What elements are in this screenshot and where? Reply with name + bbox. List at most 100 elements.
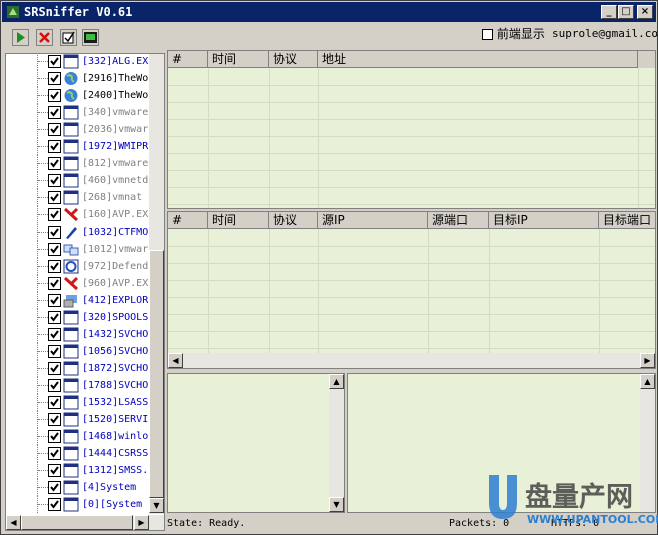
process-checkbox[interactable] bbox=[48, 157, 61, 171]
minimize-button[interactable]: _ bbox=[601, 5, 617, 19]
process-checkbox[interactable] bbox=[48, 259, 61, 273]
col-dest-port[interactable]: 目标端口 bbox=[599, 212, 655, 229]
col-address[interactable]: 地址 bbox=[318, 51, 638, 68]
process-checkbox[interactable] bbox=[48, 191, 61, 205]
process-item[interactable]: [1872]SVCHO bbox=[6, 359, 152, 377]
request-vertical-scrollbar[interactable]: ▲ ▼ bbox=[329, 374, 344, 512]
process-checkbox[interactable] bbox=[48, 310, 61, 324]
clear-button[interactable] bbox=[60, 29, 77, 46]
tree-hscroll-thumb[interactable] bbox=[21, 515, 133, 530]
process-item[interactable]: [972]Defend bbox=[6, 257, 152, 275]
process-checkbox[interactable] bbox=[48, 481, 61, 495]
packet-horizontal-scrollbar[interactable]: ◀ ▶ bbox=[168, 353, 655, 368]
process-item[interactable]: [460]vmnetd bbox=[6, 172, 152, 190]
process-item[interactable]: [2036]vmwar bbox=[6, 121, 152, 139]
process-item[interactable]: [0][System bbox=[6, 496, 152, 514]
watermark-u-logo-icon bbox=[489, 475, 517, 519]
process-item[interactable]: [1788]SVCHO bbox=[6, 376, 152, 394]
process-item[interactable]: [412]EXPLOR bbox=[6, 291, 152, 309]
foreground-toggle[interactable]: 前端显示 bbox=[482, 26, 545, 42]
col-protocol[interactable]: 协议 bbox=[269, 51, 318, 68]
process-item[interactable]: [4]System bbox=[6, 479, 152, 497]
col-protocol[interactable]: 协议 bbox=[269, 212, 318, 229]
process-checkbox[interactable] bbox=[48, 89, 61, 103]
connection-table[interactable]: # 时间 协议 地址 bbox=[167, 50, 656, 209]
process-checkbox[interactable] bbox=[48, 208, 61, 222]
process-item[interactable]: [332]ALG.EX bbox=[6, 54, 152, 70]
stop-capture-button[interactable] bbox=[36, 29, 53, 46]
process-item[interactable]: [1056]SVCHO bbox=[6, 342, 152, 360]
col-time[interactable]: 时间 bbox=[208, 212, 269, 229]
request-scroll-down-button[interactable]: ▼ bbox=[329, 497, 344, 512]
col-source-ip[interactable]: 源IP bbox=[318, 212, 428, 229]
process-item[interactable]: [268]vmnat bbox=[6, 189, 152, 207]
process-checkbox[interactable] bbox=[48, 242, 61, 256]
tree-scroll-left-button[interactable]: ◀ bbox=[6, 515, 21, 530]
process-checkbox[interactable] bbox=[48, 225, 61, 239]
col-source-port[interactable]: 源端口 bbox=[428, 212, 489, 229]
tree-scroll-down-button[interactable]: ▼ bbox=[149, 498, 164, 513]
process-checkbox[interactable] bbox=[48, 55, 61, 68]
packet-scroll-left-button[interactable]: ◀ bbox=[168, 353, 183, 368]
process-checkbox[interactable] bbox=[48, 498, 61, 512]
process-checkbox[interactable] bbox=[48, 361, 61, 375]
process-checkbox[interactable] bbox=[48, 344, 61, 358]
process-label: [812]vmware bbox=[82, 158, 149, 170]
col-index[interactable]: # bbox=[168, 51, 208, 68]
process-item[interactable]: [1032]CTFMO bbox=[6, 223, 152, 241]
process-item[interactable]: [960]AVP.EX bbox=[6, 274, 152, 292]
process-item[interactable]: [1532]LSASS bbox=[6, 394, 152, 411]
close-button[interactable]: × bbox=[637, 5, 653, 19]
process-checkbox[interactable] bbox=[48, 140, 61, 154]
export-button[interactable] bbox=[82, 29, 99, 46]
title-bar[interactable]: SRSniffer V0.61 _ □ × bbox=[2, 2, 656, 22]
packet-table[interactable]: # 时间 协议 源IP 源端口 目标IP 目标端口 ◀ ▶ bbox=[167, 211, 656, 369]
process-item[interactable]: [1312]SMSS. bbox=[6, 462, 152, 480]
start-capture-button[interactable] bbox=[12, 29, 29, 46]
process-item[interactable]: [160]AVP.EX bbox=[6, 206, 152, 224]
process-checkbox[interactable] bbox=[48, 378, 61, 392]
foreground-checkbox[interactable] bbox=[482, 29, 493, 40]
window-icon bbox=[63, 378, 79, 393]
col-index[interactable]: # bbox=[168, 212, 208, 229]
window-icon bbox=[63, 310, 79, 325]
tree-scroll-thumb[interactable] bbox=[149, 250, 164, 498]
packet-scroll-right-button[interactable]: ▶ bbox=[640, 353, 655, 368]
process-checkbox[interactable] bbox=[48, 72, 61, 86]
maximize-button[interactable]: □ bbox=[618, 5, 634, 19]
response-scroll-up-button[interactable]: ▲ bbox=[640, 374, 655, 389]
process-item[interactable]: [320]SPOOLS bbox=[6, 308, 152, 326]
tree-vertical-scrollbar[interactable]: ▼ bbox=[149, 54, 164, 514]
process-item[interactable]: [340]vmware bbox=[6, 104, 152, 122]
col-dest-ip[interactable]: 目标IP bbox=[489, 212, 599, 229]
process-item[interactable]: [1468]winlo bbox=[6, 428, 152, 446]
process-checkbox[interactable] bbox=[48, 447, 61, 461]
process-item[interactable]: [1972]WMIPR bbox=[6, 138, 152, 156]
process-item[interactable]: [1012]vmwar bbox=[6, 240, 152, 258]
process-checkbox[interactable] bbox=[48, 276, 61, 290]
process-checkbox[interactable] bbox=[48, 123, 61, 137]
process-checkbox[interactable] bbox=[48, 413, 61, 427]
request-scroll-up-button[interactable]: ▲ bbox=[329, 374, 344, 389]
process-item[interactable]: [1432]SVCHO bbox=[6, 325, 152, 343]
process-item[interactable]: [2400]TheWo bbox=[6, 87, 152, 105]
process-item[interactable]: [812]vmware bbox=[6, 155, 152, 173]
process-checkbox[interactable] bbox=[48, 106, 61, 120]
process-checkbox[interactable] bbox=[48, 293, 61, 307]
process-item[interactable]: [1520]SERVI bbox=[6, 411, 152, 429]
process-tree[interactable]: [332]ALG.EX [2916]TheWo [2400]TheWo [340]vm… bbox=[5, 53, 165, 531]
process-item[interactable]: [2916]TheWo bbox=[6, 70, 152, 88]
process-checkbox[interactable] bbox=[48, 174, 61, 188]
grid-row-line bbox=[168, 136, 655, 154]
tree-horizontal-scrollbar[interactable]: ◀ ▶ bbox=[6, 515, 164, 530]
request-detail-pane[interactable]: ▲ ▼ bbox=[167, 373, 345, 513]
process-checkbox[interactable] bbox=[48, 396, 61, 409]
process-item[interactable]: [1444]CSRSS bbox=[6, 445, 152, 463]
window-icon bbox=[63, 122, 79, 137]
process-checkbox[interactable] bbox=[48, 430, 61, 444]
tree-scroll-right-button[interactable]: ▶ bbox=[134, 515, 149, 530]
process-checkbox[interactable] bbox=[48, 327, 61, 341]
process-checkbox[interactable] bbox=[48, 464, 61, 478]
col-time[interactable]: 时间 bbox=[208, 51, 269, 68]
grid-row-line bbox=[168, 170, 655, 188]
